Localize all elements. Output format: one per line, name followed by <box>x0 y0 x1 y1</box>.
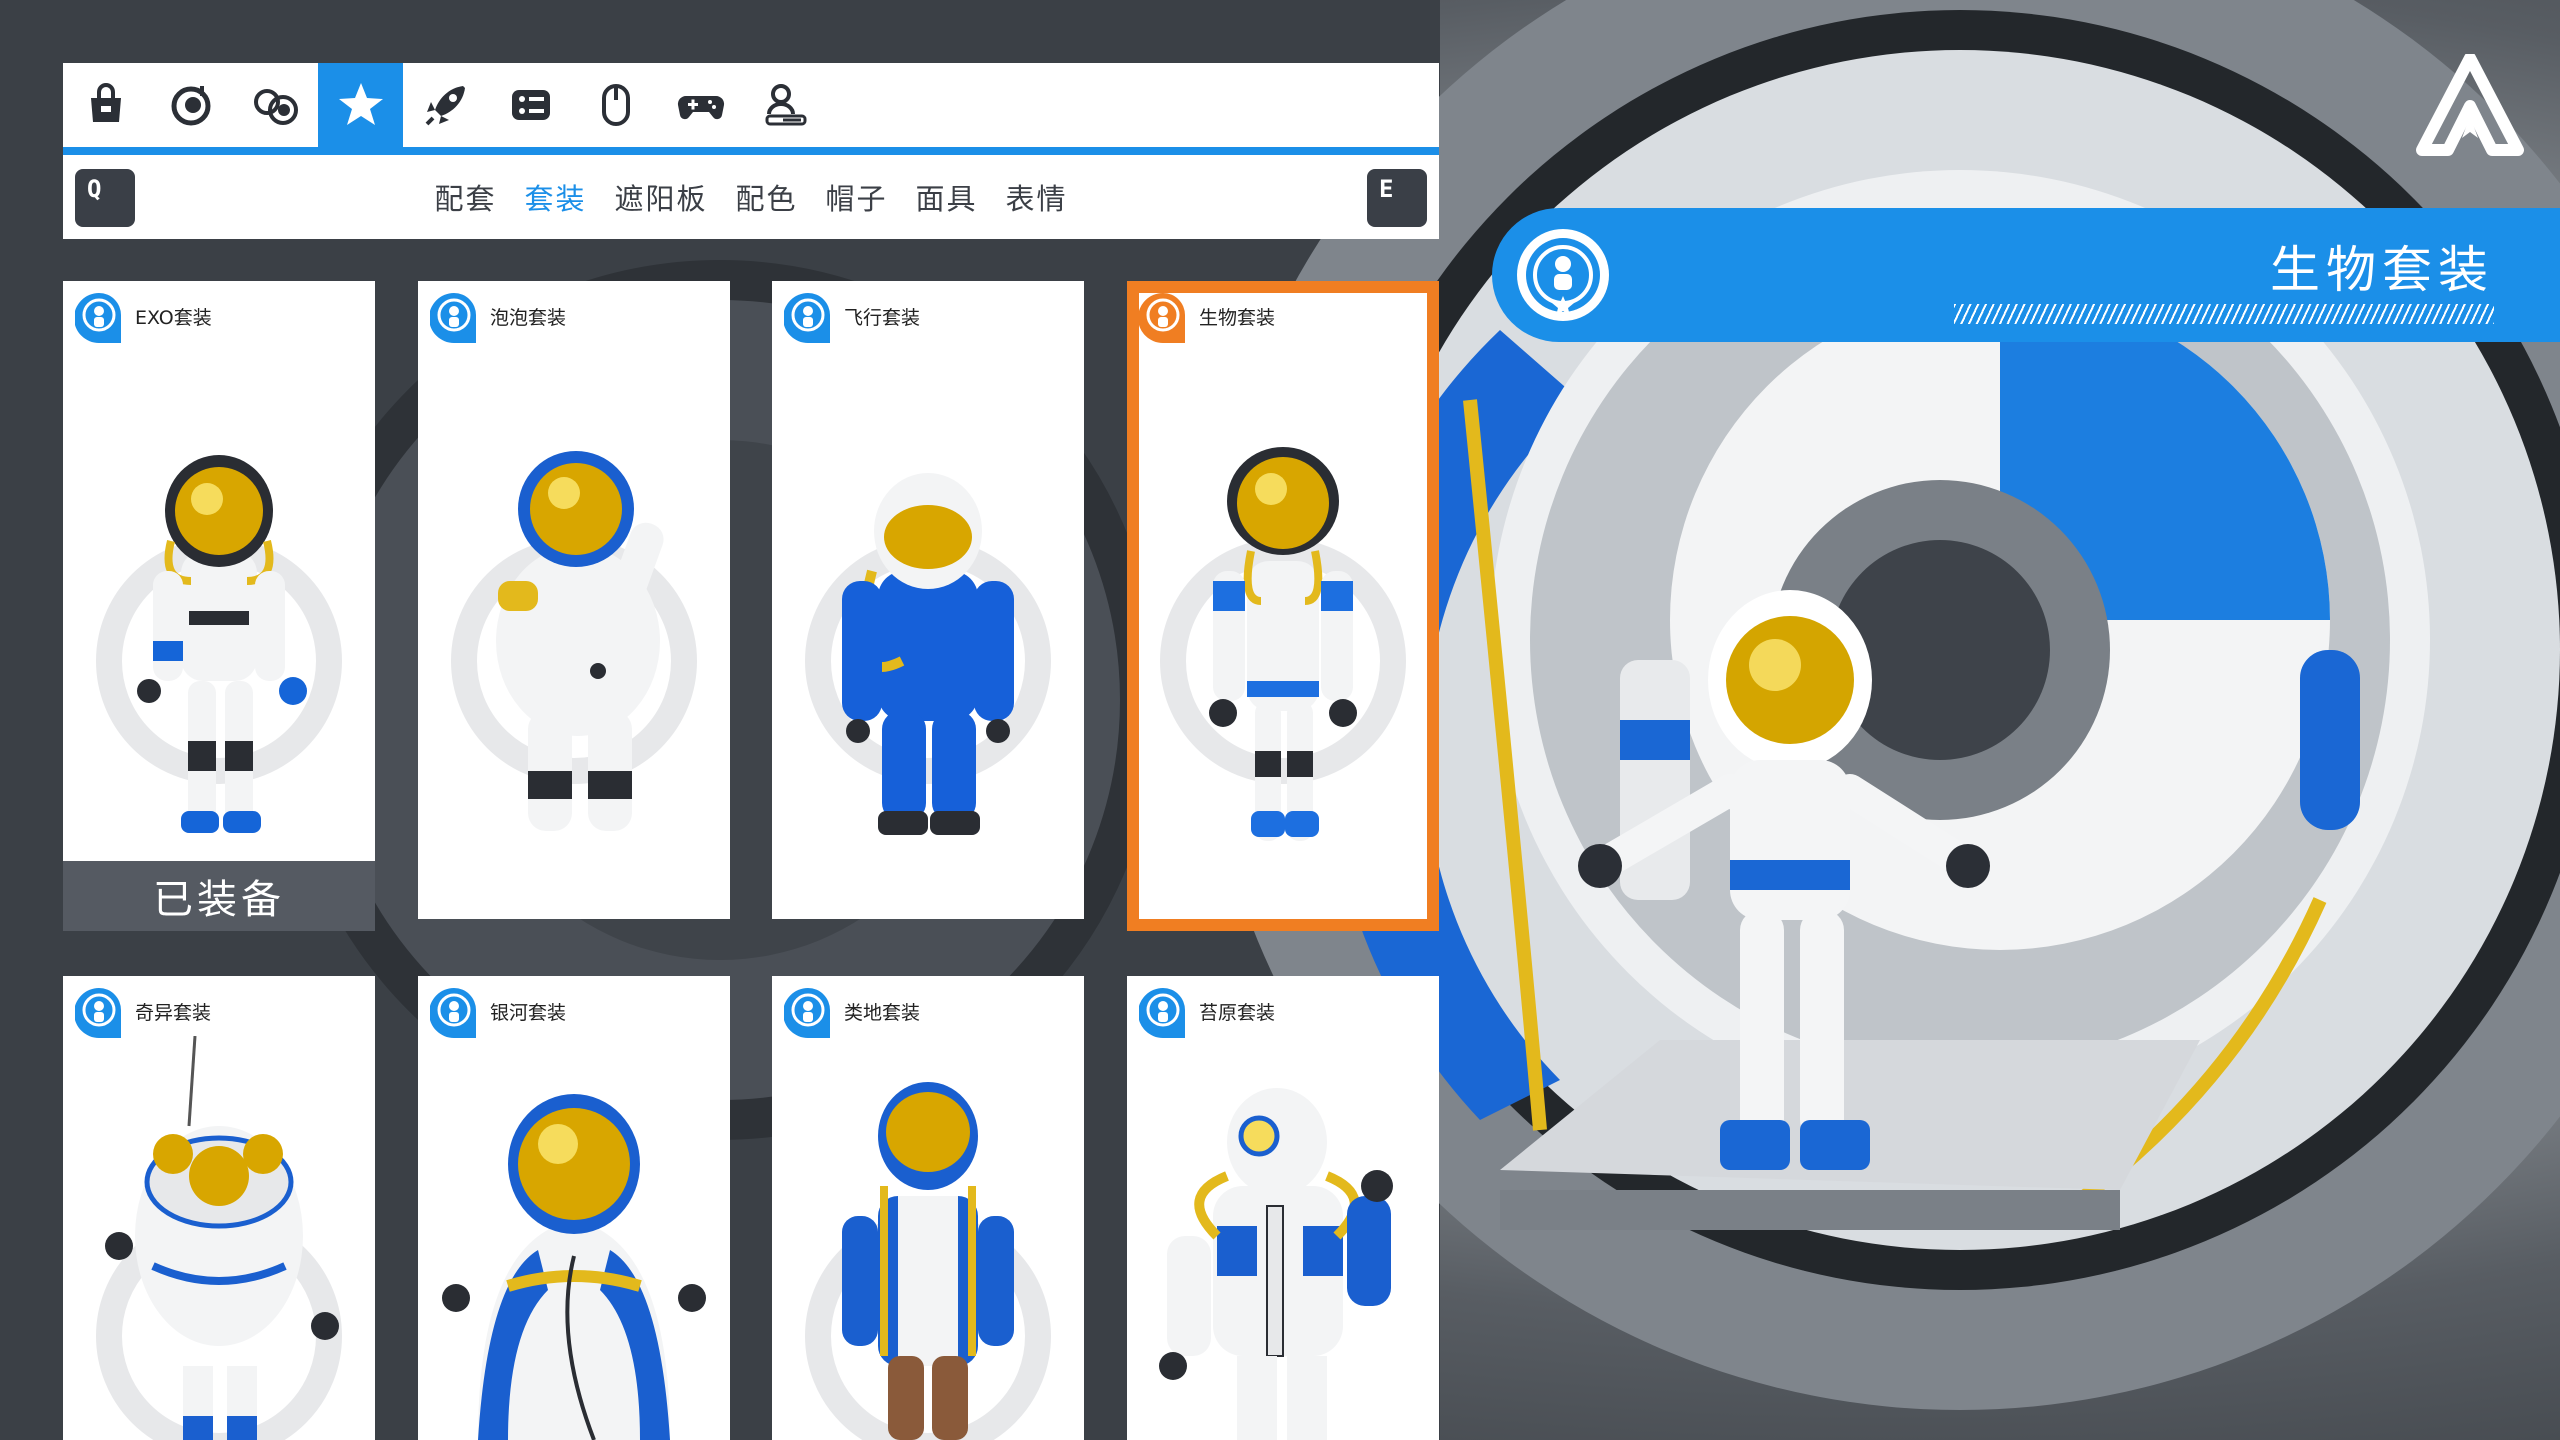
terran-suit-figure <box>805 1082 1051 1440</box>
gamepad-icon <box>677 95 724 120</box>
exotic-suit-figure <box>96 1036 342 1440</box>
suit-card-tundra[interactable]: 苔原套装 <box>1127 976 1439 1440</box>
suit-card-title: 泡泡套装 <box>490 307 567 329</box>
suit-card-terran[interactable]: 类地套装 <box>772 976 1084 1440</box>
flight-suit-figure <box>805 473 1051 835</box>
galaxy-suit-figure <box>442 1094 706 1440</box>
banner-stripe-decoration <box>1954 304 2494 324</box>
category-item-controller[interactable] <box>658 63 743 147</box>
astronaut-badge-icon <box>75 988 121 1038</box>
suit-card-title: 飞行套装 <box>844 307 921 329</box>
tab-suits[interactable]: 套装 <box>524 176 586 218</box>
star-icon <box>338 83 383 125</box>
equipped-label: 已装备 <box>63 861 375 931</box>
exo-suit-figure <box>96 455 342 833</box>
category-item-account[interactable] <box>743 63 828 147</box>
category-bar <box>63 63 1439 155</box>
suit-card-bubble[interactable]: 泡泡套装 <box>418 281 730 919</box>
rocket-icon <box>425 86 465 126</box>
tundra-suit-figure <box>1159 1088 1393 1440</box>
bag-icon <box>90 83 121 122</box>
suit-card-exotic[interactable]: 奇异套装 <box>63 976 375 1440</box>
astronaut-badge-icon <box>1139 293 1185 343</box>
tab-emotes[interactable]: 表情 <box>1006 176 1068 218</box>
category-item-astronaut[interactable] <box>148 63 233 147</box>
suit-card-title: 生物套装 <box>1199 307 1276 329</box>
category-item-bag[interactable] <box>63 63 148 147</box>
suit-card-title: 类地套装 <box>844 1002 921 1024</box>
astronaut-badge-icon <box>430 988 476 1038</box>
tab-masks[interactable]: 面具 <box>916 176 978 218</box>
suit-card-title: 苔原套装 <box>1199 1002 1276 1024</box>
category-item-crew[interactable] <box>233 63 318 147</box>
astronaut-badge-icon <box>75 293 121 343</box>
tab-visors[interactable]: 遮阳板 <box>614 176 707 218</box>
next-tab-key[interactable]: E <box>1367 169 1427 227</box>
tab-hats[interactable]: 帽子 <box>826 176 888 218</box>
tab-palettes[interactable]: 配色 <box>735 176 797 218</box>
suit-card-bio[interactable]: 生物套装 <box>1127 281 1439 931</box>
tab-bundles[interactable]: 配套 <box>434 176 496 218</box>
suit-card-exo[interactable]: EXO套装 已装备 <box>63 281 375 931</box>
prev-tab-key[interactable]: Q <box>75 169 135 227</box>
astronaut-pair-icon <box>253 89 298 125</box>
astroneer-logo-icon <box>2416 54 2524 156</box>
suit-card-title: 银河套装 <box>490 1002 567 1024</box>
suit-tab-bar: Q 配套 套装 遮阳板 配色 帽子 面具 表情 E <box>63 155 1439 239</box>
bubble-suit-figure <box>451 451 697 831</box>
category-item-settings[interactable] <box>488 63 573 147</box>
mouse-icon <box>601 84 630 126</box>
astronaut-badge-icon <box>1139 988 1185 1038</box>
astronaut-head-icon <box>171 86 210 126</box>
account-icon <box>765 84 806 126</box>
category-item-customize[interactable] <box>318 63 403 147</box>
suit-card-flight[interactable]: 飞行套装 <box>772 281 1084 919</box>
suit-card-galaxy[interactable]: 银河套装 <box>418 976 730 1440</box>
astronaut-badge-icon <box>430 293 476 343</box>
settings-panel-icon <box>511 90 550 120</box>
suit-card-title: EXO套装 <box>135 307 212 329</box>
suit-card-title: 奇异套装 <box>135 1002 212 1024</box>
astronaut-badge-icon <box>784 293 830 343</box>
category-item-rocket[interactable] <box>403 63 488 147</box>
selected-suit-banner: 生物套装 <box>1492 208 2560 342</box>
selected-suit-title: 生物套装 <box>2270 241 2494 299</box>
astronaut-badge-icon <box>1517 229 1609 321</box>
bio-suit-figure <box>1160 447 1406 841</box>
astronaut-badge-icon <box>784 988 830 1038</box>
category-item-mouse[interactable] <box>573 63 658 147</box>
